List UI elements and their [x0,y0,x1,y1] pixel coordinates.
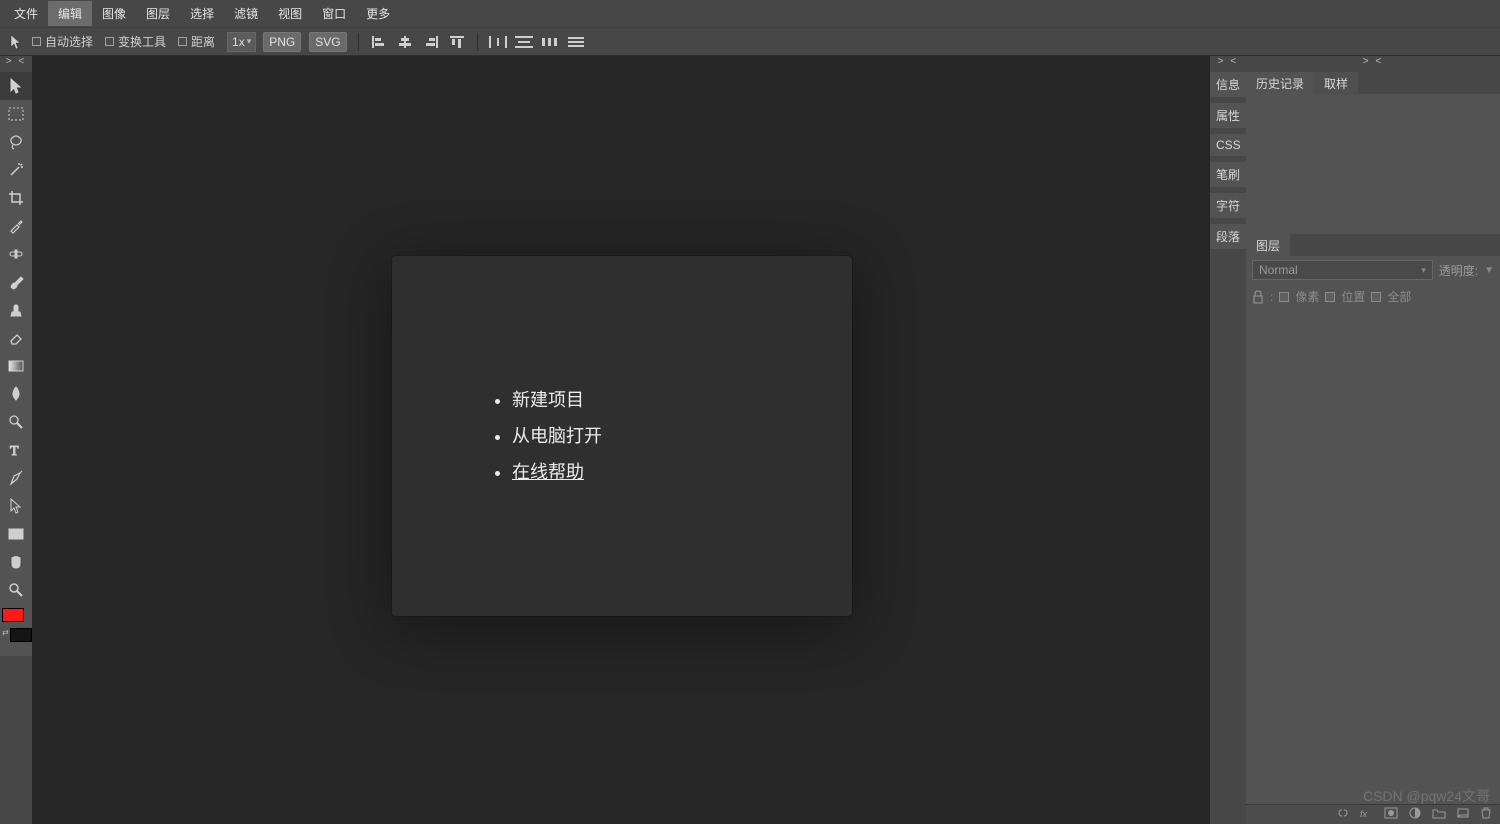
canvas-area: 新建项目 从电脑打开 在线帮助 [32,56,1210,824]
welcome-new-project[interactable]: 新建项目 [512,382,602,418]
move-tool-icon [6,32,26,52]
menu-file[interactable]: 文件 [4,1,48,26]
blend-mode-select[interactable]: Normal [1252,260,1433,280]
type-tool[interactable]: T [0,436,32,464]
layers-panel: 图层 Normal 透明度: ▼ : 像素 位置 全部 [1246,234,1500,824]
align-top-icon[interactable] [447,32,467,52]
menu-window[interactable]: 窗口 [312,1,356,26]
panel-css-tab[interactable]: CSS [1210,134,1246,156]
toolbox: T ⇄ D [0,72,32,656]
distribute-v-icon[interactable] [514,32,534,52]
transform-checkbox[interactable] [105,37,114,46]
delete-layer-icon[interactable] [1480,807,1492,822]
link-layers-icon[interactable] [1336,807,1350,822]
move-tool[interactable] [0,72,32,100]
gradient-tool[interactable] [0,352,32,380]
toolbox-collapser[interactable]: > < [0,56,32,72]
new-layer-icon[interactable] [1456,807,1470,822]
align-hcenter-icon[interactable] [395,32,415,52]
lock-pixels-checkbox[interactable] [1279,292,1289,302]
pixel-ratio-select[interactable]: 1x [227,32,256,52]
lock-all-label: 全部 [1387,288,1411,305]
eyedropper-tool[interactable] [0,212,32,240]
watermark: CSDN @pqw24文哥 [1363,786,1490,806]
history-panel: 历史记录 取样 [1246,72,1500,234]
welcome-open-from-computer[interactable]: 从电脑打开 [512,418,602,454]
opacity-slider-toggle[interactable]: ▼ [1484,265,1494,276]
layers-footer: fx [1246,804,1500,824]
lock-position-checkbox[interactable] [1325,292,1335,302]
path-select-tool[interactable] [0,492,32,520]
swap-colors-icon[interactable]: ⇄ [2,628,9,637]
distance-checkbox[interactable] [178,37,187,46]
tab-layers[interactable]: 图层 [1246,234,1290,257]
eraser-tool[interactable] [0,324,32,352]
new-folder-icon[interactable] [1432,807,1446,822]
lock-all-checkbox[interactable] [1371,292,1381,302]
panel2-collapser[interactable]: > < [1246,56,1500,72]
tab-history[interactable]: 历史记录 [1246,72,1314,95]
menu-select[interactable]: 选择 [180,1,224,26]
distance-label: 距离 [191,33,215,50]
welcome-online-help[interactable]: 在线帮助 [512,454,602,490]
clone-stamp-tool[interactable] [0,296,32,324]
layer-fx-icon[interactable]: fx [1360,807,1374,822]
menu-filter[interactable]: 滤镜 [224,1,268,26]
svg-text:fx: fx [1360,809,1368,819]
marquee-tool[interactable] [0,100,32,128]
menu-more[interactable]: 更多 [356,1,400,26]
crop-tool[interactable] [0,184,32,212]
healing-tool[interactable] [0,240,32,268]
tab-sample[interactable]: 取样 [1314,72,1358,95]
svg-text:T: T [10,444,19,458]
auto-select-checkbox[interactable] [32,37,41,46]
magic-wand-tool[interactable] [0,156,32,184]
hand-tool[interactable] [0,548,32,576]
options-bar: 自动选择 变换工具 距离 1x PNG SVG [0,28,1500,56]
align-left-icon[interactable] [369,32,389,52]
panel-brush-tab[interactable]: 笔刷 [1210,162,1246,187]
lock-position-label: 位置 [1341,288,1365,305]
welcome-card: 新建项目 从电脑打开 在线帮助 [392,256,852,616]
lock-icon [1252,290,1264,304]
color-swatches[interactable] [2,608,30,626]
menu-edit[interactable]: 编辑 [48,1,92,26]
distribute-h-icon[interactable] [488,32,508,52]
foreground-color[interactable] [2,608,24,622]
pen-tool[interactable] [0,464,32,492]
panel1-collapser[interactable]: > < [1210,56,1246,72]
menu-view[interactable]: 视图 [268,1,312,26]
opacity-label: 透明度: [1439,262,1478,279]
background-color[interactable] [10,628,32,642]
panel-char-tab[interactable]: 字符 [1210,193,1246,218]
left-sidebar: > < T ⇄ D [0,56,32,824]
export-svg-button[interactable]: SVG [309,32,346,52]
menu-layer[interactable]: 图层 [136,1,180,26]
panel-info-tab[interactable]: 信息 [1210,72,1246,97]
export-png-button[interactable]: PNG [263,32,301,52]
lasso-tool[interactable] [0,128,32,156]
right-side-tabs: > < 信息 属性 CSS 笔刷 字符 段落 [1210,56,1246,824]
panel-attrs-tab[interactable]: 属性 [1210,103,1246,128]
panel-paragraph-tab[interactable]: 段落 [1210,224,1246,249]
menu-image[interactable]: 图像 [92,1,136,26]
right-panels: > < 信息 属性 CSS 笔刷 字符 段落 > < 历史记录 取样 图层 No… [1210,56,1500,824]
transform-label: 变换工具 [118,33,166,50]
blur-tool[interactable] [0,380,32,408]
adjust-layer-icon[interactable] [1408,807,1422,822]
top-menu-bar: 文件 编辑 图像 图层 选择 滤镜 视图 窗口 更多 [0,0,1500,28]
align-right-icon[interactable] [421,32,441,52]
distribute-spacing-h-icon[interactable] [540,32,560,52]
brush-tool[interactable] [0,268,32,296]
auto-select-label: 自动选择 [45,33,93,50]
history-body [1246,94,1500,234]
lock-pixels-label: 像素 [1295,288,1319,305]
zoom-tool[interactable] [0,576,32,604]
dodge-tool[interactable] [0,408,32,436]
layer-mask-icon[interactable] [1384,807,1398,822]
shape-tool[interactable] [0,520,32,548]
distribute-spacing-v-icon[interactable] [566,32,586,52]
